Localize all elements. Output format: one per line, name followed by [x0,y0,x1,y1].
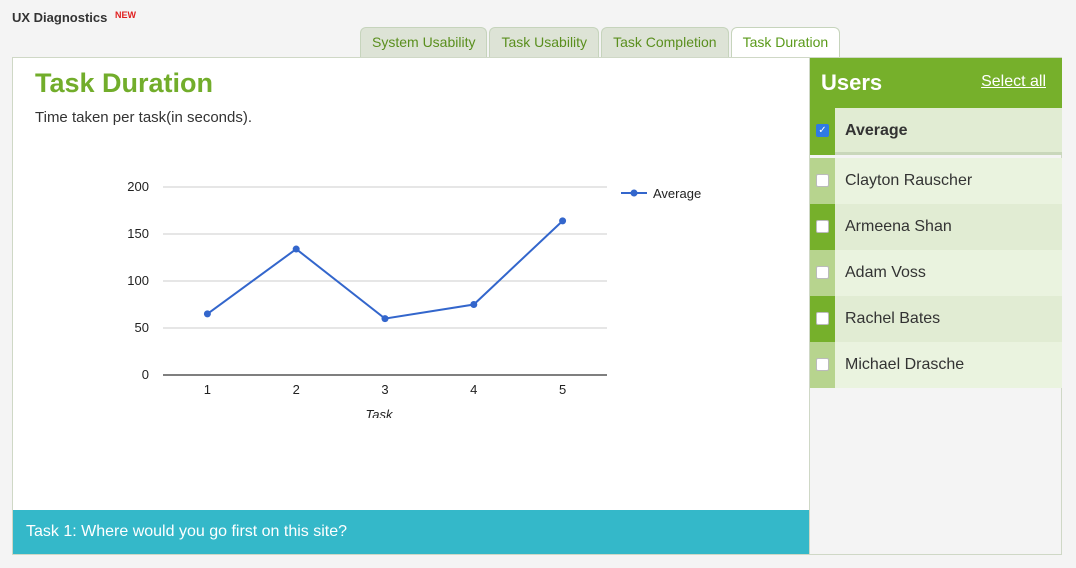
x-axis-label: Task [366,407,394,418]
user-checkbox[interactable] [816,358,829,371]
y-tick-label: 0 [142,367,149,382]
x-tick-label: 5 [559,382,566,397]
legend-label: Average [653,186,701,201]
data-point [559,217,567,225]
tab-task-usability[interactable]: Task Usability [489,27,600,58]
data-point [381,315,389,323]
user-name: Rachel Bates [845,310,941,327]
app-title: UX Diagnostics [12,10,108,25]
user-row[interactable]: Michael Drasche [810,342,1062,388]
user-checkbox[interactable] [816,220,829,233]
series-line-average [206,220,564,320]
main-panel: Task Duration Time taken per task(in sec… [12,57,810,555]
legend-marker [630,189,638,197]
user-checkbox[interactable]: ✓ [816,124,829,137]
user-name: Clayton Rauscher [845,172,973,189]
user-name: Michael Drasche [845,356,965,373]
x-tick-label: 4 [470,382,477,397]
task-duration-chart: 0 50 100 150 200 1 2 3 4 5 Task Average [127,179,701,418]
user-row[interactable]: Adam Voss [810,250,1062,296]
page-subtitle: Time taken per task(in seconds). [35,109,253,126]
user-name: Average [845,122,908,139]
page-title: Task Duration [35,68,214,98]
x-tick-label: 3 [381,382,388,397]
user-checkbox[interactable] [816,312,829,325]
y-tick-label: 50 [135,320,149,335]
user-name: Adam Voss [845,264,926,281]
user-name: Armeena Shan [845,218,952,235]
users-title: Users [821,70,883,95]
user-row-average[interactable]: ✓ Average [810,108,1062,155]
user-row[interactable]: Clayton Rauscher [810,158,1062,204]
x-tick-label: 1 [204,382,211,397]
y-tick-label: 200 [127,179,149,194]
data-point [203,310,211,318]
data-point [292,245,300,253]
average-separator [835,152,1062,155]
select-all-link[interactable]: Select all [981,73,1046,91]
tab-bar: System Usability Task Usability Task Com… [360,27,842,59]
y-tick-label: 100 [127,273,149,288]
x-tick-label: 2 [293,382,300,397]
user-checkbox[interactable] [816,266,829,279]
new-badge: NEW [115,10,136,20]
y-tick-label: 150 [127,226,149,241]
data-point [470,301,478,308]
users-header: Users Select all [810,58,1062,108]
user-row[interactable]: Rachel Bates [810,296,1062,342]
task-question-bar[interactable]: Task 1: Where would you go first on this… [13,510,809,554]
user-row[interactable]: Armeena Shan [810,204,1062,250]
user-checkbox[interactable] [816,174,829,187]
tab-task-completion[interactable]: Task Completion [601,27,729,58]
tab-task-duration[interactable]: Task Duration [730,27,841,59]
tab-system-usability[interactable]: System Usability [360,27,488,58]
users-sidebar: Users Select all ✓ Average Clayton Rausche… [810,57,1062,555]
